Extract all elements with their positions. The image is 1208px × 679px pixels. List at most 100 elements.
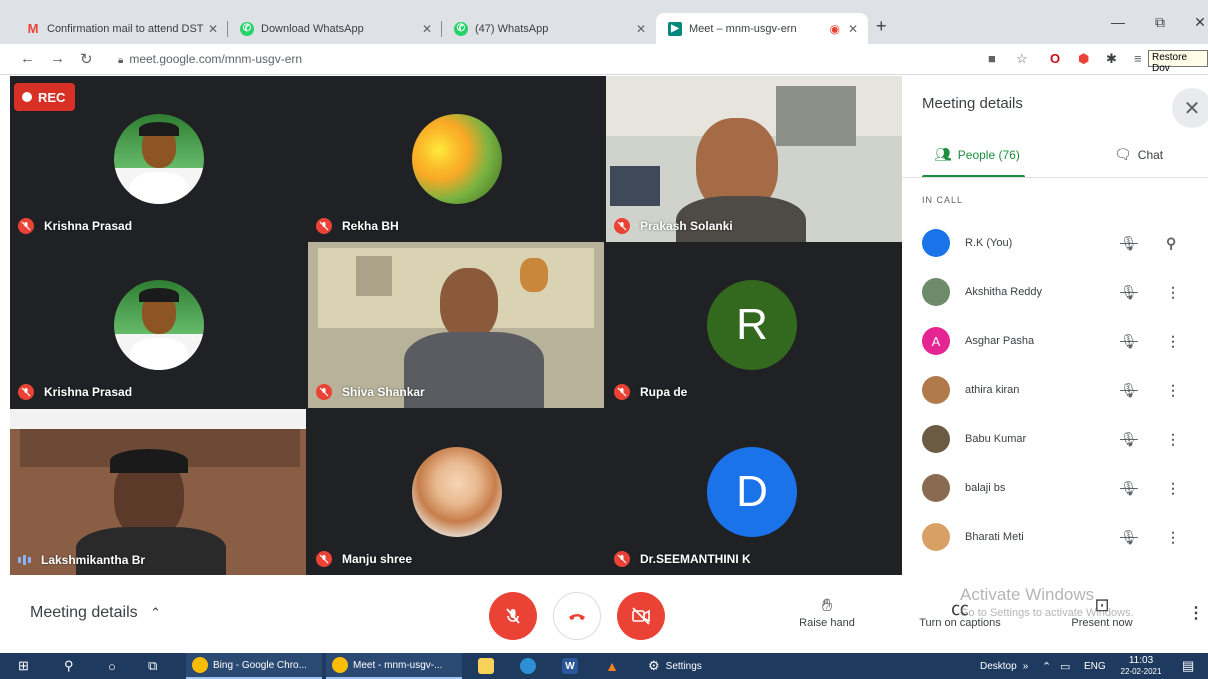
mic-muted-icon[interactable]: 🎙︎ [1120,431,1138,448]
meeting-details-panel: Meeting details ✕ 👥︎ People (76) 🗨︎ Chat… [902,76,1208,575]
close-tab-icon[interactable]: ✕ [208,22,218,36]
participant-tile[interactable]: Krishna Prasad [10,242,306,408]
participant-list-name: Bharati Meti [965,531,1024,543]
participant-tile[interactable]: Rekha BH [308,76,604,242]
more-options-icon[interactable]: ⋮ [1188,603,1204,623]
task-view-icon[interactable]: ⧉ [148,653,157,679]
participant-initial-avatar: D [707,447,797,537]
leave-call-button[interactable] [553,592,601,640]
tab-meet[interactable]: ▶ Meet – mnm-usgv-ern ◉ ✕ [656,13,868,44]
word-icon[interactable]: W [562,653,583,679]
mic-muted-icon[interactable]: 🎙︎ [1120,382,1138,399]
tab-title: Confirmation mail to attend DST [47,22,204,35]
participant-list-item[interactable]: Akshitha Reddy 🎙︎ ⋮ [922,277,1198,307]
tab-chat[interactable]: 🗨︎ Chat [1114,146,1163,163]
tab-people[interactable]: 👥︎ People (76) [934,146,1020,163]
participant-list-name: R.K (You) [965,237,1013,249]
participant-list-item[interactable]: athira kiran 🎙︎ ⋮ [922,375,1198,405]
clock[interactable]: 11:03 22-02-2021 [1116,653,1166,679]
tab-whatsapp[interactable]: ✆ (47) WhatsApp ✕ [442,13,656,44]
participant-tile[interactable]: Lakshmikantha Br [10,409,306,575]
language-indicator[interactable]: ENG [1084,653,1106,679]
taskbar-item-chrome-bing[interactable]: Bing - Google Chro... [186,653,322,679]
close-tab-icon[interactable]: ✕ [422,22,432,36]
adblock-icon[interactable]: ⬢ [1078,51,1089,67]
reading-list-icon[interactable]: ≡ [1134,51,1142,66]
participant-list-item[interactable]: balaji bs 🎙︎ ⋮ [922,473,1198,503]
more-options-icon[interactable]: ⋮ [1166,480,1180,497]
participant-avatar: A [922,327,950,355]
windows-taskbar: ⊞ ⚲ ○ ⧉ Bing - Google Chro... Meet - mnm… [0,653,1208,679]
participant-avatar [412,114,502,204]
more-options-icon[interactable]: ⋮ [1166,284,1180,301]
camera-icon[interactable]: ■ [988,51,996,66]
participant-avatar [922,474,950,502]
cortana-icon[interactable]: ○ [108,653,116,679]
participant-tile[interactable]: D Dr.SEEMANTHINI K [606,409,902,575]
lock-icon: 🔒︎ [118,55,124,66]
url-field[interactable]: 🔒︎ meet.google.com/mnm-usgv-ern [118,52,302,66]
vlc-icon[interactable]: ▲ [604,653,625,679]
more-options-icon[interactable]: ⋮ [1166,333,1180,350]
participant-tile[interactable]: Shiva Shankar [308,242,604,408]
mic-muted-icon[interactable]: 🎙︎ [1120,235,1138,252]
more-options-icon[interactable]: ⋮ [1166,529,1180,546]
meeting-details-button[interactable]: Meeting details ⌃ [30,604,161,622]
tab-gmail[interactable]: M Confirmation mail to attend DST ✕ [14,13,228,44]
mic-muted-icon [614,384,630,400]
chrome-icon [192,657,208,673]
desktop-toolbar[interactable]: Desktop» [980,653,1028,679]
minimize-icon[interactable]: — [1098,14,1138,30]
edge-icon[interactable] [520,653,541,679]
back-icon[interactable]: ← [20,50,35,67]
new-tab-button[interactable]: + [876,16,887,37]
participant-tile[interactable]: Manju shree [308,409,604,575]
taskbar-item-settings[interactable]: ⚙ Settings [648,653,702,679]
bookmark-star-icon[interactable]: ☆ [1016,51,1028,67]
more-options-icon[interactable]: ⋮ [1166,431,1180,448]
participant-name: Shiva Shankar [316,384,425,400]
video-banner-portrait [356,256,392,296]
more-options-icon[interactable]: ⋮ [1166,382,1180,399]
participant-avatar [922,425,950,453]
mic-muted-icon[interactable]: 🎙︎ [1120,480,1138,497]
participant-list-item[interactable]: R.K (You) 🎙︎ ⚲ [922,228,1198,258]
participant-name: Prakash Solanki [614,218,733,234]
tab-download-whatsapp[interactable]: ✆ Download WhatsApp ✕ [228,13,442,44]
toggle-camera-button[interactable] [617,592,665,640]
close-tab-icon[interactable]: ✕ [636,22,646,36]
notifications-icon[interactable]: ▤ [1182,653,1194,679]
opera-icon[interactable]: O [1050,51,1060,66]
close-window-icon[interactable]: ✕ [1180,14,1208,31]
reload-icon[interactable]: ↻ [80,50,93,68]
participant-list-item[interactable]: A Asghar Pasha 🎙︎ ⋮ [922,326,1198,356]
tab-title: Download WhatsApp [261,22,364,35]
mic-muted-icon[interactable]: 🎙︎ [1120,284,1138,301]
extensions-icon[interactable]: ✱ [1106,51,1117,67]
restore-icon[interactable]: ⧉ [1140,14,1180,31]
toggle-microphone-button[interactable] [489,592,537,640]
close-panel-button[interactable]: ✕ [1172,88,1208,128]
windows-start-icon[interactable]: ⊞ [18,653,29,679]
participant-name: Lakshmikantha Br [18,553,145,567]
participant-list-item[interactable]: Bharati Meti 🎙︎ ⋮ [922,522,1198,552]
file-explorer-icon[interactable] [478,653,499,679]
participant-name: Rupa de [614,384,687,400]
participant-tile[interactable]: R Rupa de [606,242,902,408]
chat-icon: 🗨︎ [1114,146,1132,162]
network-icon[interactable]: ▭ [1060,653,1070,679]
mic-muted-icon[interactable]: 🎙︎ [1120,529,1138,546]
close-tab-icon[interactable]: ✕ [848,22,858,36]
search-icon[interactable]: ⚲ [64,653,74,679]
participant-tile[interactable]: Prakash Solanki [606,76,902,242]
raise-hand-button[interactable]: ✋︎ Raise hand [792,595,862,629]
pin-icon[interactable]: ⚲ [1166,235,1176,252]
participant-avatar [922,523,950,551]
tray-chevron-icon[interactable]: ⌃ [1042,653,1051,679]
speaking-indicator-icon [18,555,31,565]
taskbar-item-chrome-meet[interactable]: Meet - mnm-usgv-... [326,653,462,679]
mic-muted-icon[interactable]: 🎙︎ [1120,333,1138,350]
participant-name: Dr.SEEMANTHINI K [614,551,751,567]
participant-list-item[interactable]: Babu Kumar 🎙︎ ⋮ [922,424,1198,454]
forward-icon[interactable]: → [50,50,65,67]
